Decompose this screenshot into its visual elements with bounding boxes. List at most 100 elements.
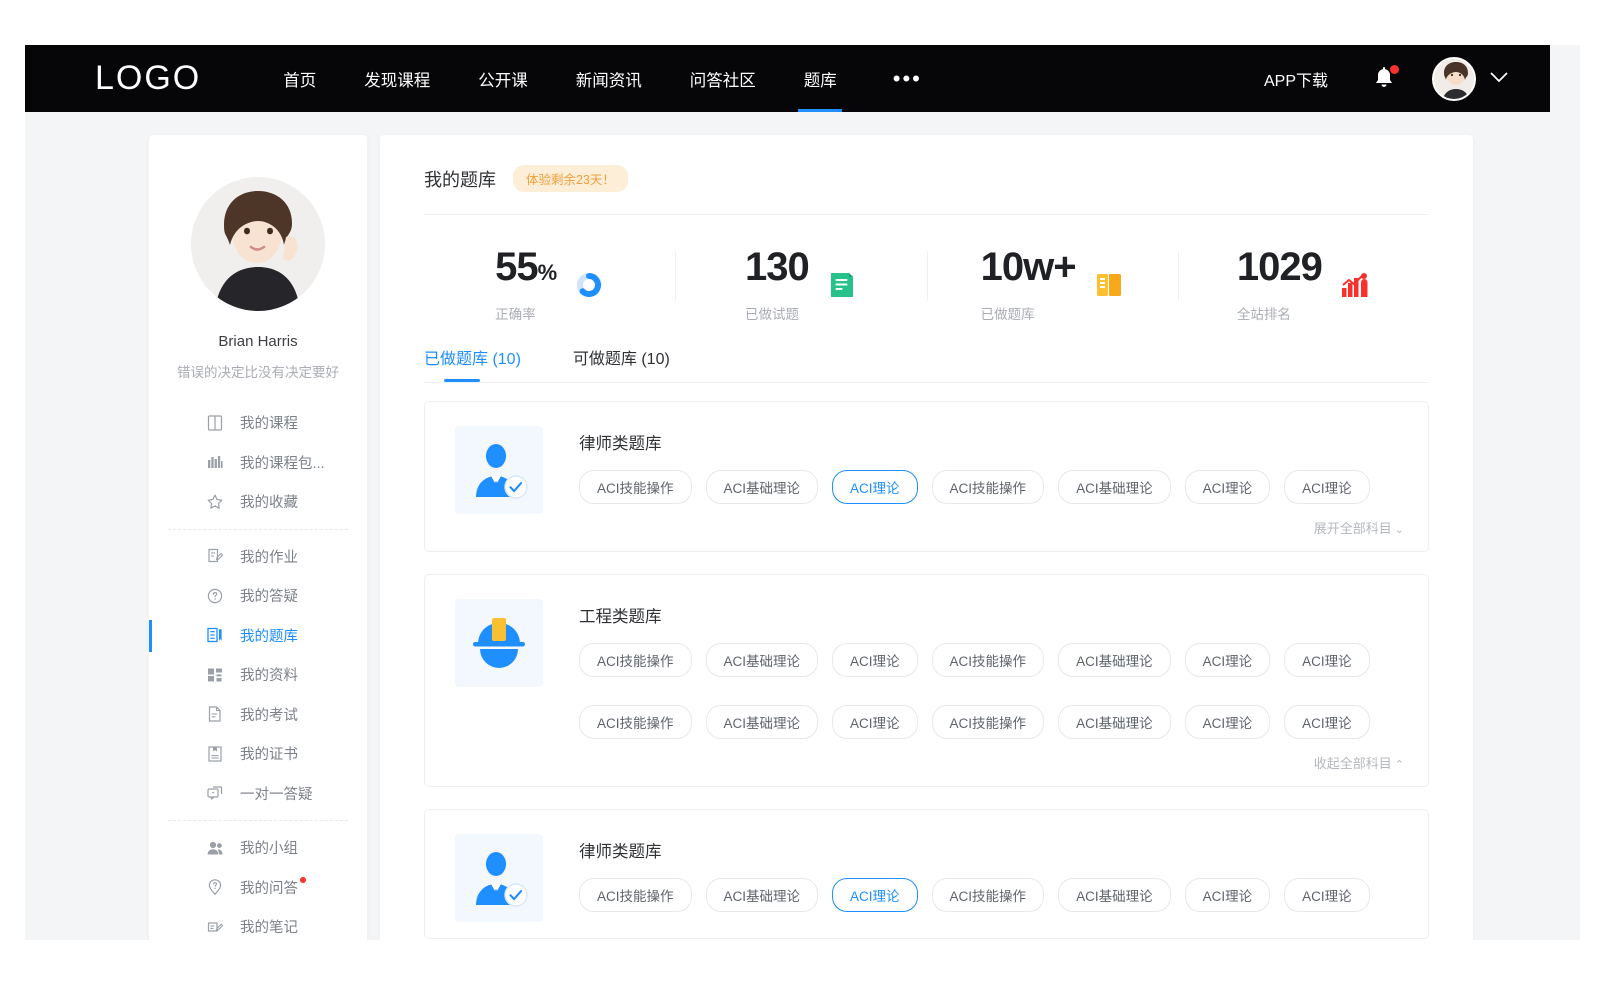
sidebar-item-2[interactable]: 我的课程包... [149, 443, 367, 483]
subject-tag[interactable]: ACI理论 [832, 470, 918, 504]
subject-tag[interactable]: ACI技能操作 [932, 470, 1045, 504]
stat-card-4: 1029 全站排名 [1178, 229, 1429, 323]
sidebar-item-11[interactable]: 我的小组 [149, 828, 367, 868]
subject-tag[interactable]: ACI技能操作 [579, 470, 692, 504]
sidebar-item-3[interactable]: 我的收藏 [149, 482, 367, 522]
subject-tag[interactable]: ACI基础理论 [706, 643, 819, 677]
subject-tag[interactable]: ACI技能操作 [579, 643, 692, 677]
tabs-divider [424, 382, 1429, 383]
sidebar-item-4[interactable]: 我的作业 [149, 537, 367, 577]
nav-item-3[interactable]: 公开课 [478, 45, 528, 112]
subject-tag[interactable]: ACI理论 [1185, 643, 1271, 677]
material-icon [206, 666, 224, 684]
expand-subjects-toggle[interactable]: 展开全部科目⌄ [579, 518, 1404, 537]
tab-1[interactable]: 已做题库 (10) [424, 345, 521, 382]
sidebar-item-7[interactable]: 我的资料 [149, 655, 367, 695]
tab-2[interactable]: 可做题库 (10) [573, 345, 670, 382]
subject-tag[interactable]: ACI理论 [1284, 705, 1370, 739]
stat-value: 55% [495, 247, 556, 287]
stat-label: 正确率 [495, 303, 556, 323]
subject-tag[interactable]: ACI理论 [832, 878, 918, 912]
subject-tag[interactable]: ACI理论 [832, 705, 918, 739]
nav-item-4[interactable]: 新闻资讯 [576, 45, 642, 112]
subject-tag[interactable]: ACI理论 [1284, 470, 1370, 504]
card-title: 工程类题库 [579, 603, 1404, 627]
sidebar-item-5[interactable]: 我的答疑 [149, 576, 367, 616]
chevron-down-icon [1490, 72, 1508, 83]
star-icon [206, 493, 224, 511]
expand-subjects-toggle[interactable]: 收起全部科目⌃ [579, 753, 1404, 772]
sidebar-item-12[interactable]: 我的问答 [149, 868, 367, 908]
question-bank-card[interactable]: 工程类题库 ACI技能操作 ACI基础理论 ACI理论 ACI技能操作 ACI基础理论 AC… [424, 574, 1429, 787]
chevron-up-icon: ⌃ [1395, 759, 1404, 771]
yellow-book-icon [1094, 270, 1124, 300]
sidebar-item-badge-dot [300, 877, 306, 883]
page-root: LOGO 首页发现课程公开课新闻资讯问答社区题库 ••• APP下载 [25, 45, 1580, 940]
homework-icon [206, 547, 224, 565]
sidebar-item-13[interactable]: 我的笔记 [149, 907, 367, 940]
profile-avatar [191, 177, 325, 311]
nav-item-2[interactable]: 发现课程 [364, 45, 430, 112]
sidebar-menu: 我的课程我的课程包...我的收藏我的作业我的答疑我的题库我的资料我的考试我的证书… [149, 403, 367, 940]
stat-card-1: 55% 正确率 [424, 229, 675, 323]
subject-tag[interactable]: ACI基础理论 [1058, 643, 1171, 677]
subject-tag[interactable]: ACI理论 [1284, 643, 1370, 677]
sidebar: Brian Harris 错误的决定比没有决定要好 我的课程我的课程包...我的… [149, 135, 367, 940]
account-dropdown-button[interactable] [1490, 70, 1508, 88]
subject-tag[interactable]: ACI理论 [1185, 705, 1271, 739]
note-icon [206, 918, 224, 936]
stat-value: 10w+ [981, 247, 1076, 287]
content-tabs: 已做题库 (10) 可做题库 (10) [424, 345, 1429, 382]
subject-tag[interactable]: ACI基础理论 [1058, 705, 1171, 739]
subject-tag[interactable]: ACI技能操作 [579, 878, 692, 912]
card-body: 律师类题库 ACI技能操作 ACI基础理论 ACI理论 ACI技能操作 ACI基础理论 AC… [579, 426, 1404, 537]
subject-tag[interactable]: ACI理论 [1185, 878, 1271, 912]
stat-value: 1029 [1237, 247, 1322, 287]
nav-item-6[interactable]: 题库 [804, 45, 837, 112]
question-bank-card[interactable]: 律师类题库 ACI技能操作 ACI基础理论 ACI理论 ACI技能操作 ACI基础理论 AC… [424, 401, 1429, 552]
subject-tag[interactable]: ACI技能操作 [932, 878, 1045, 912]
sidebar-item-label: 我的证书 [240, 743, 298, 764]
sidebar-profile: Brian Harris 错误的决定比没有决定要好 [149, 135, 367, 381]
subject-tag[interactable]: ACI理论 [1284, 878, 1370, 912]
sidebar-item-6[interactable]: 我的题库 [149, 616, 367, 656]
sidebar-item-10[interactable]: 一对一答疑 [149, 774, 367, 814]
subject-tag[interactable]: ACI技能操作 [932, 643, 1045, 677]
card-title: 律师类题库 [579, 430, 1404, 454]
subject-tag[interactable]: ACI基础理论 [1058, 878, 1171, 912]
top-navigation-bar: LOGO 首页发现课程公开课新闻资讯问答社区题库 ••• APP下载 [25, 45, 1550, 112]
lawyer-avatar-icon [468, 439, 530, 501]
subject-tag[interactable]: ACI理论 [832, 643, 918, 677]
sidebar-item-label: 一对一答疑 [240, 783, 313, 804]
subject-tag[interactable]: ACI技能操作 [932, 705, 1045, 739]
top-nav-right: APP下载 [1264, 57, 1508, 101]
notification-bell-button[interactable] [1372, 66, 1396, 92]
site-logo[interactable]: LOGO [95, 59, 201, 98]
stat-value-row: 55% 正确率 [424, 247, 675, 323]
sidebar-item-label: 我的题库 [240, 625, 298, 646]
subject-tag[interactable]: ACI基础理论 [706, 470, 819, 504]
sidebar-item-1[interactable]: 我的课程 [149, 403, 367, 443]
profile-motto: 错误的决定比没有决定要好 [149, 361, 367, 381]
sidebar-item-label: 我的资料 [240, 664, 298, 685]
sidebar-item-8[interactable]: 我的考试 [149, 695, 367, 735]
sidebar-item-label: 我的小组 [240, 837, 298, 858]
sidebar-item-9[interactable]: 我的证书 [149, 734, 367, 774]
subject-tag[interactable]: ACI基础理论 [706, 705, 819, 739]
subject-tag[interactable]: ACI基础理论 [1058, 470, 1171, 504]
green-book-icon [827, 270, 857, 300]
qa-pin-icon [206, 878, 224, 896]
avatar[interactable] [1432, 57, 1476, 101]
stat-text: 55% 正确率 [495, 247, 556, 323]
subject-tag[interactable]: ACI基础理论 [706, 878, 819, 912]
nav-item-1[interactable]: 首页 [283, 45, 316, 112]
nav-more-icon[interactable]: ••• [893, 73, 922, 84]
subject-tag[interactable]: ACI技能操作 [579, 705, 692, 739]
subject-tag[interactable]: ACI理论 [1185, 470, 1271, 504]
package-icon [206, 453, 224, 471]
page-title: 我的题库 [424, 166, 496, 192]
card-thumbnail [455, 426, 543, 514]
nav-item-5[interactable]: 问答社区 [690, 45, 756, 112]
question-bank-card[interactable]: 律师类题库ACI技能操作ACI基础理论ACI理论ACI技能操作ACI基础理论AC… [424, 809, 1429, 939]
app-download-link[interactable]: APP下载 [1264, 67, 1328, 91]
